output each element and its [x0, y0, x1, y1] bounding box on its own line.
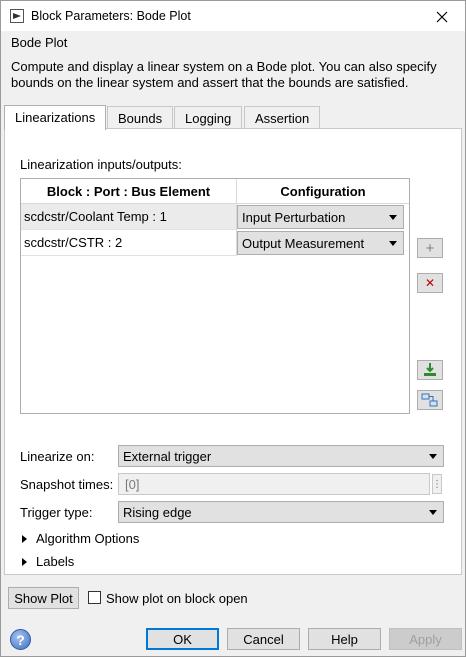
show-plot-button[interactable]: Show Plot: [8, 587, 79, 609]
chevron-down-icon: [429, 510, 437, 515]
delete-icon: ✕: [424, 276, 436, 290]
configuration-value: Output Measurement: [242, 235, 365, 251]
chevron-right-icon: [22, 557, 27, 566]
snapshot-times-input[interactable]: [0]: [118, 473, 430, 495]
tab-linearizations[interactable]: Linearizations: [4, 105, 107, 130]
show-plot-checkbox-label: Show plot on block open: [106, 591, 248, 606]
column-header-block[interactable]: Block : Port : Bus Element: [21, 179, 237, 204]
io-table: Block : Port : Bus Element Configuration…: [20, 178, 410, 414]
chevron-right-icon: [22, 534, 27, 543]
row-block-cell[interactable]: scdcstr/CSTR : 2: [21, 230, 237, 256]
table-row[interactable]: scdcstr/Coolant Temp : 1 Input Perturbat…: [21, 204, 409, 230]
linearize-on-value: External trigger: [123, 448, 212, 464]
section-label: Labels: [36, 554, 75, 569]
help-icon[interactable]: ?: [10, 629, 31, 650]
labels-section[interactable]: Labels: [22, 554, 74, 569]
highlight-icon: [421, 393, 438, 407]
tab-bounds[interactable]: Bounds: [107, 106, 174, 129]
io-label: Linearization inputs/outputs:: [20, 157, 182, 172]
row-block-cell[interactable]: scdcstr/Coolant Temp : 1: [21, 204, 237, 230]
help-button[interactable]: Help: [308, 628, 381, 650]
tab-assertion[interactable]: Assertion: [244, 106, 321, 129]
apply-button[interactable]: Apply: [389, 628, 462, 650]
select-signals-icon: [424, 363, 436, 376]
chevron-down-icon: [389, 215, 397, 220]
title-bar: Block Parameters: Bode Plot: [0, 0, 466, 31]
snapshot-times-label: Snapshot times:: [20, 477, 114, 492]
select-signals-button[interactable]: [417, 360, 443, 380]
simulink-block-icon: [10, 9, 24, 23]
linearize-on-dropdown[interactable]: External trigger: [118, 445, 444, 467]
cancel-button[interactable]: Cancel: [227, 628, 300, 650]
configuration-value: Input Perturbation: [242, 209, 346, 225]
highlight-signals-button[interactable]: [417, 390, 443, 410]
show-plot-checkbox[interactable]: [88, 591, 101, 604]
column-header-configuration[interactable]: Configuration: [237, 179, 409, 204]
configuration-dropdown[interactable]: Input Perturbation: [237, 205, 404, 229]
close-icon[interactable]: [419, 1, 465, 32]
group-label: Bode Plot: [11, 35, 68, 50]
table-header: Block : Port : Bus Element Configuration: [21, 179, 409, 204]
ok-button[interactable]: OK: [146, 628, 219, 650]
configuration-dropdown[interactable]: Output Measurement: [237, 231, 404, 255]
trigger-type-value: Rising edge: [123, 504, 192, 520]
table-row[interactable]: scdcstr/CSTR : 2 Output Measurement: [21, 230, 409, 256]
linearize-on-label: Linearize on:: [20, 449, 95, 464]
more-options-icon[interactable]: ⋮: [432, 474, 442, 494]
trigger-type-dropdown[interactable]: Rising edge: [118, 501, 444, 523]
add-icon: +: [425, 239, 435, 257]
chevron-down-icon: [389, 241, 397, 246]
chevron-down-icon: [429, 454, 437, 459]
window-title: Block Parameters: Bode Plot: [31, 9, 191, 23]
algorithm-options-section[interactable]: Algorithm Options: [22, 531, 139, 546]
delete-signal-button[interactable]: ✕: [417, 273, 443, 293]
block-description: Compute and display a linear system on a…: [11, 59, 437, 90]
trigger-type-label: Trigger type:: [20, 505, 93, 520]
section-label: Algorithm Options: [36, 531, 140, 546]
tab-logging[interactable]: Logging: [174, 106, 243, 129]
add-signal-button[interactable]: +: [417, 238, 443, 258]
